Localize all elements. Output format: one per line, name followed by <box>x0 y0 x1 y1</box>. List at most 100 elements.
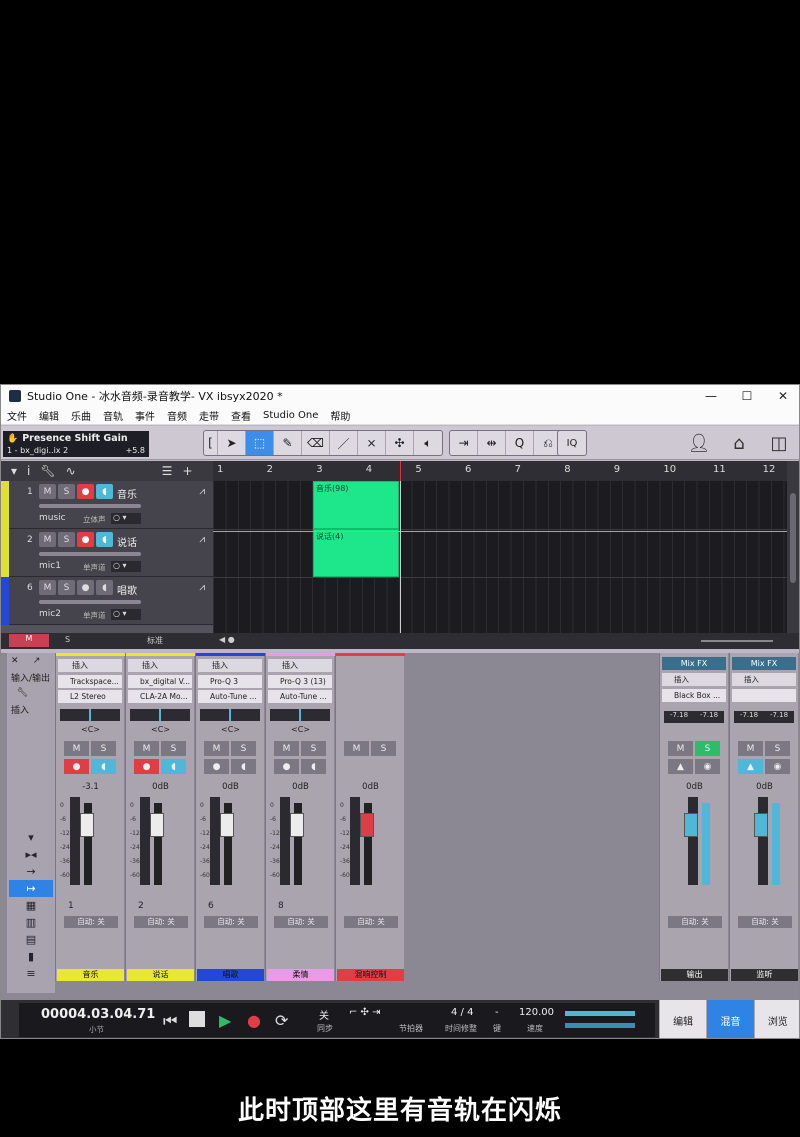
monitor-icon[interactable]: ◖ <box>96 580 113 595</box>
output-mute-button[interactable]: M <box>738 741 763 756</box>
tab-mix[interactable]: 混音 <box>706 1000 754 1038</box>
key-value[interactable]: - <box>495 1007 499 1018</box>
console-close-icon[interactable]: ✕ ↗ <box>7 653 55 669</box>
channel-volume[interactable]: 0dB <box>196 782 265 792</box>
monitor-icon[interactable]: ◖ <box>96 532 113 547</box>
record-arm-icon[interactable]: ● <box>77 484 94 499</box>
fader-knob[interactable] <box>150 813 164 837</box>
menu-transport[interactable]: 走带 <box>193 408 225 423</box>
insert-header[interactable]: 插入 <box>268 659 332 672</box>
track-row[interactable]: 2 M S ● ◖ 说话 ⩘ mic1 单声道 ○ ▾ <box>1 529 213 577</box>
output-automation-mode[interactable]: 自动: 关 <box>738 916 792 928</box>
inspector-icon[interactable]: i <box>27 464 30 478</box>
range-tool-icon[interactable]: ⬚ <box>246 431 274 455</box>
channel-monitor-icon[interactable]: ◖ <box>231 759 256 774</box>
channel-name[interactable]: 混响控制 <box>337 969 404 981</box>
pencil-tool-icon[interactable]: ✎ <box>274 431 302 455</box>
channel-record-icon[interactable]: ● <box>274 759 299 774</box>
global-mute-button[interactable]: M <box>9 634 49 647</box>
arrow-tool-icon[interactable]: ➤ <box>218 431 246 455</box>
menu-audio[interactable]: 音频 <box>161 408 193 423</box>
track-input[interactable]: mic1 <box>39 561 61 571</box>
volume-fader[interactable] <box>280 797 290 885</box>
insert-toggle[interactable]: 插入 <box>7 701 55 717</box>
input-icon[interactable]: → <box>9 863 53 880</box>
stretch-icon[interactable]: ⇹ <box>478 431 506 455</box>
play-icon[interactable]: ▶ <box>219 1011 231 1030</box>
channel-name[interactable]: 说话 <box>127 969 194 981</box>
output-volume[interactable]: 0dB <box>660 782 729 792</box>
keyboard-icon[interactable]: ▥ <box>9 914 53 931</box>
paint-tool-icon[interactable]: ／ <box>330 431 358 455</box>
output-solo-button[interactable]: S <box>695 741 720 756</box>
channel-monitor-icon[interactable]: ◖ <box>91 759 116 774</box>
record-icon[interactable]: ● <box>247 1011 261 1030</box>
output-mute-button[interactable]: M <box>668 741 693 756</box>
output-solo-button[interactable]: S <box>765 741 790 756</box>
scroll-thumb[interactable] <box>790 493 796 583</box>
insert-slot[interactable]: CLA-2A Mo... <box>128 690 192 703</box>
instrument-icon[interactable]: ▦ <box>9 897 53 914</box>
tempo-value[interactable]: 120.00 <box>519 1007 554 1018</box>
pan-control[interactable] <box>130 709 190 721</box>
wrench-icon[interactable]: 🔧︎ <box>40 464 55 478</box>
volume-fader[interactable] <box>70 797 80 885</box>
automation-mode[interactable]: 自动: 关 <box>274 916 328 928</box>
channel-name[interactable]: 音乐 <box>57 969 124 981</box>
automation-mode[interactable]: 自动: 关 <box>64 916 118 928</box>
mute-button[interactable]: M <box>39 484 56 499</box>
output-mono-icon[interactable]: ▲ <box>738 759 763 774</box>
split-tool-icon[interactable]: ✣ <box>386 431 414 455</box>
insert-wrench-icon[interactable]: 🔧︎ <box>7 685 55 701</box>
mute-button[interactable]: M <box>39 580 56 595</box>
monitor-icon[interactable]: ◖ <box>96 484 113 499</box>
channel-record-icon[interactable]: ● <box>134 759 159 774</box>
io-toggle[interactable]: 输入/输出 <box>7 669 55 685</box>
output-automation-mode[interactable]: 自动: 关 <box>668 916 722 928</box>
track-input[interactable]: music <box>39 513 66 523</box>
channel-solo-button[interactable]: S <box>301 741 326 756</box>
insert-slot[interactable]: Pro-Q 3 (13) <box>268 675 332 688</box>
insert-slot[interactable]: Black Box ... <box>662 689 726 702</box>
global-solo-button[interactable]: S <box>65 635 70 644</box>
channel-solo-button[interactable]: S <box>91 741 116 756</box>
automation-mode[interactable]: 自动: 关 <box>134 916 188 928</box>
record-arm-icon[interactable]: ● <box>77 532 94 547</box>
sync-value[interactable]: 关 <box>319 1007 329 1022</box>
zoom-slider[interactable] <box>701 640 773 642</box>
track-list-icon[interactable]: ▾ <box>11 464 17 478</box>
track-output-select[interactable]: ○ ▾ <box>111 561 141 572</box>
mix-fx-select[interactable]: Mix FX <box>662 657 726 670</box>
loop-icon[interactable]: ⟳ <box>275 1011 288 1030</box>
scroll-left-icon[interactable]: ◀ ● <box>219 635 235 644</box>
menu-file[interactable]: 文件 <box>1 408 33 423</box>
insert-slot[interactable]: L2 Stereo <box>58 690 122 703</box>
menu-studio-one[interactable]: Studio One <box>257 410 324 421</box>
ruler-playhead[interactable] <box>400 461 401 481</box>
track-volume-slider[interactable] <box>39 504 141 508</box>
time-display[interactable]: 00004.03.04.71 <box>41 1007 155 1022</box>
maximize-button[interactable]: ☐ <box>729 385 765 407</box>
channel-solo-button[interactable]: S <box>231 741 256 756</box>
track-volume-slider[interactable] <box>39 552 141 556</box>
playhead-line[interactable] <box>400 481 401 633</box>
channel-volume[interactable]: 0dB <box>336 782 405 792</box>
output-fader[interactable] <box>688 797 698 885</box>
home-icon[interactable]: ⌂ <box>727 432 751 454</box>
insert-slot[interactable]: Auto-Tune ... <box>268 690 332 703</box>
time-unit[interactable]: 小节 <box>89 1024 104 1035</box>
listen-tool-icon[interactable]: 🔈︎ <box>414 431 442 455</box>
output-fader[interactable] <box>758 797 768 885</box>
record-arm-icon[interactable]: ● <box>77 580 94 595</box>
rewind-icon[interactable]: ⏮ <box>163 1011 177 1031</box>
insert-slot[interactable]: Auto-Tune ... <box>198 690 262 703</box>
channel-mute-button[interactable]: M <box>344 741 369 756</box>
volume-fader[interactable] <box>210 797 220 885</box>
channel-monitor-icon[interactable]: ◖ <box>161 759 186 774</box>
solo-button[interactable]: S <box>58 484 75 499</box>
insert-header[interactable]: 插入 <box>662 673 726 686</box>
user-icon[interactable]: 👤︎ <box>687 432 711 454</box>
output-link-icon[interactable]: ◉ <box>695 759 720 774</box>
channel-mute-button[interactable]: M <box>274 741 299 756</box>
channel-record-icon[interactable]: ● <box>64 759 89 774</box>
